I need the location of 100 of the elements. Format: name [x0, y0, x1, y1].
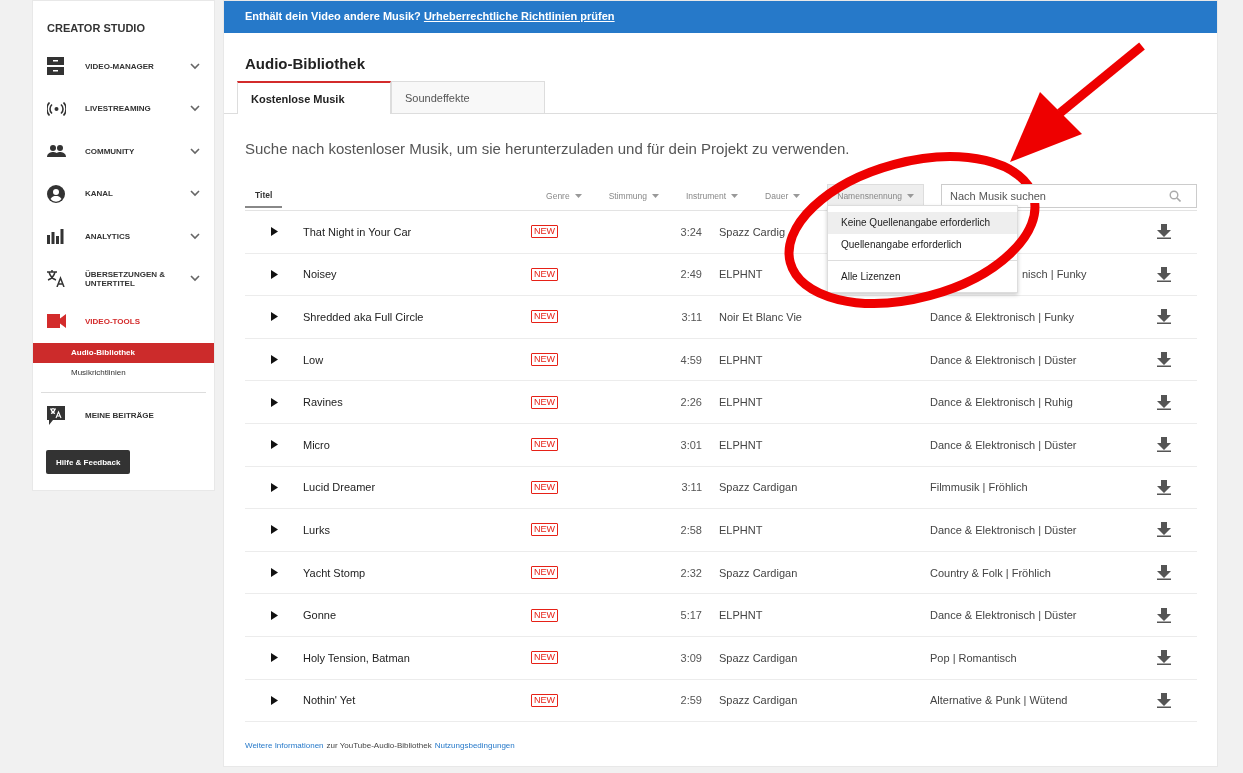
new-badge: NEW — [531, 310, 558, 324]
chevron-down-icon[interactable] — [190, 147, 200, 155]
broadcast-icon — [47, 101, 66, 116]
download-icon[interactable] — [1157, 394, 1171, 410]
sidebar-item[interactable]: MEINE BEITRÄGE — [33, 394, 214, 437]
play-icon[interactable] — [270, 269, 278, 279]
download-icon[interactable] — [1157, 650, 1171, 666]
new-badge: NEW — [531, 523, 558, 537]
new-badge: NEW — [531, 651, 558, 665]
filter-dropdown[interactable]: Dauer — [765, 184, 801, 208]
track-artist: Spazz Cardig — [719, 225, 786, 238]
track-title: Ravines — [303, 396, 343, 409]
track-title: Noisey — [303, 268, 337, 281]
track-duration: 2:58 — [680, 523, 702, 536]
archive-icon — [47, 57, 64, 76]
sidebar-subitem[interactable]: Audio-Bibliothek — [33, 342, 214, 363]
track-duration: 4:59 — [680, 353, 702, 366]
copyright-link[interactable]: Urheberrechtliche Richtlinien prüfen — [423, 10, 615, 22]
bar-chart-icon — [47, 228, 64, 244]
track-title: Holy Tension, Batman — [303, 651, 410, 664]
download-icon[interactable] — [1157, 266, 1171, 282]
track-artist: Spazz Cardigan — [719, 481, 798, 494]
track-duration: 2:26 — [680, 396, 702, 409]
account-icon — [47, 184, 65, 203]
dropdown-caret-icon — [651, 194, 659, 198]
play-icon[interactable] — [270, 397, 278, 407]
search-icon — [1169, 190, 1181, 202]
new-badge: NEW — [531, 225, 558, 239]
people-icon — [47, 145, 66, 158]
track-artist: ELPHNT — [719, 523, 763, 536]
filter-dropdown[interactable]: Genre — [546, 184, 582, 208]
track-genre: Pop | Romantisch — [930, 651, 1017, 664]
track-title: Lucid Dreamer — [303, 481, 376, 494]
download-icon[interactable] — [1157, 522, 1171, 538]
play-icon[interactable] — [270, 525, 278, 535]
play-icon[interactable] — [270, 312, 278, 322]
track-genre: Dance & Elektronisch | Ruhig — [930, 396, 1073, 409]
dropdown-caret-icon — [574, 194, 582, 198]
track-genre: Dance & Elektronisch | Funky — [930, 311, 1075, 323]
download-icon[interactable] — [1157, 309, 1171, 325]
track-title: That Night in Your Car — [303, 225, 412, 238]
track-duration: 5:17 — [680, 609, 702, 622]
track-duration: 3:01 — [680, 438, 702, 451]
track-duration: 2:32 — [680, 566, 702, 579]
play-icon[interactable] — [270, 568, 278, 578]
chevron-down-icon[interactable] — [190, 105, 200, 113]
download-icon[interactable] — [1157, 437, 1171, 453]
track-genre: Dance & Elektronisch | Düster — [930, 523, 1077, 536]
sidebar-item[interactable]: VIDEO-MANAGER — [33, 45, 214, 88]
more-info-link[interactable]: Weitere Informationen — [245, 741, 324, 751]
download-icon[interactable] — [1157, 224, 1171, 240]
download-icon[interactable] — [1157, 692, 1171, 708]
track-duration: 3:11 — [681, 311, 702, 323]
title-filter-tab[interactable]: Titel — [245, 184, 283, 208]
sidebar-item[interactable]: ÜBERSETZUNGEN & UNTERTITEL — [33, 257, 214, 300]
play-icon[interactable] — [270, 653, 278, 663]
chevron-down-icon[interactable] — [190, 275, 200, 283]
track-artist: ELPHNT — [719, 268, 763, 281]
dropdown-caret-icon — [793, 194, 801, 198]
play-icon[interactable] — [270, 355, 278, 365]
translate-bubble-icon — [47, 406, 65, 426]
sidebar-item[interactable]: ANALYTICS — [33, 215, 214, 258]
play-icon[interactable] — [270, 482, 278, 492]
chevron-down-icon[interactable] — [190, 232, 200, 240]
sidebar-item[interactable]: COMMUNITY — [33, 130, 214, 173]
new-badge: NEW — [531, 267, 558, 281]
download-icon[interactable] — [1157, 565, 1171, 581]
new-badge: NEW — [531, 353, 558, 367]
tab[interactable]: Kostenlose Musik — [237, 81, 391, 114]
track-artist: Spazz Cardigan — [719, 694, 798, 707]
download-icon[interactable] — [1157, 607, 1171, 623]
filter-dropdown[interactable]: Stimmung — [608, 184, 659, 208]
page-title: Audio-Bibliothek — [245, 55, 365, 72]
help-feedback-button[interactable]: Hilfe & Feedback — [46, 450, 131, 474]
filter-dropdown[interactable]: Instrument — [685, 184, 739, 208]
track-duration: 2:59 — [680, 694, 702, 707]
sidebar-item[interactable]: VIDEO-TOOLS — [33, 300, 214, 343]
sidebar-item[interactable]: LIVESTREAMING — [33, 87, 214, 130]
search-field[interactable]: Nach Musik suchen — [941, 184, 1197, 208]
terms-link[interactable]: Nutzungsbedingungen — [434, 741, 515, 751]
tab[interactable]: Soundeffekte — [391, 81, 545, 113]
track-title: Yacht Stomp — [303, 566, 366, 579]
track-artist: Spazz Cardigan — [719, 651, 798, 664]
new-badge: NEW — [531, 395, 558, 409]
play-icon[interactable] — [270, 227, 278, 237]
play-icon[interactable] — [270, 695, 278, 705]
new-badge: NEW — [531, 693, 558, 707]
play-icon[interactable] — [270, 440, 278, 450]
download-icon[interactable] — [1157, 479, 1171, 495]
sidebar-subitem[interactable]: Musikrichtlinien — [33, 362, 214, 383]
chevron-down-icon[interactable] — [190, 62, 200, 70]
chevron-down-icon[interactable] — [190, 190, 200, 198]
download-icon[interactable] — [1157, 352, 1171, 368]
track-title: Gonne — [303, 609, 337, 622]
sidebar-item[interactable]: KANAL — [33, 172, 214, 215]
play-icon[interactable] — [270, 610, 278, 620]
menu-item[interactable]: Alle Lizenzen — [828, 266, 1017, 288]
track-duration: 3:09 — [680, 651, 702, 664]
menu-item[interactable]: Quellenangabe erforderlich — [828, 234, 1017, 256]
menu-item[interactable]: Keine Quellenangabe erforderlich — [828, 212, 1017, 234]
